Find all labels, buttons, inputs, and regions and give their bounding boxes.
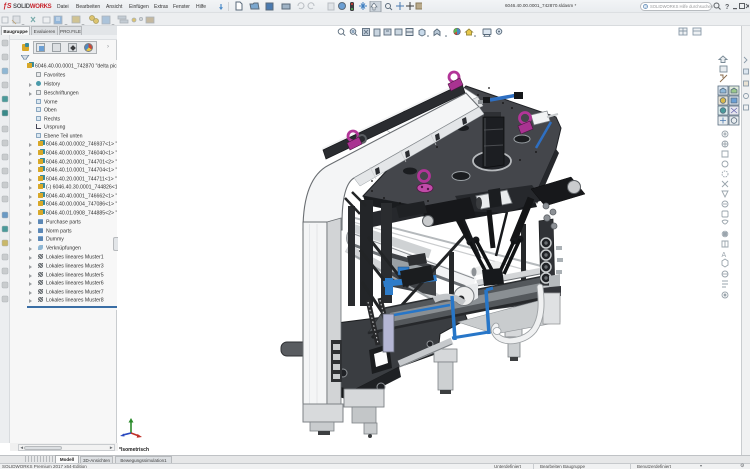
svg-text:A: A (722, 252, 727, 259)
